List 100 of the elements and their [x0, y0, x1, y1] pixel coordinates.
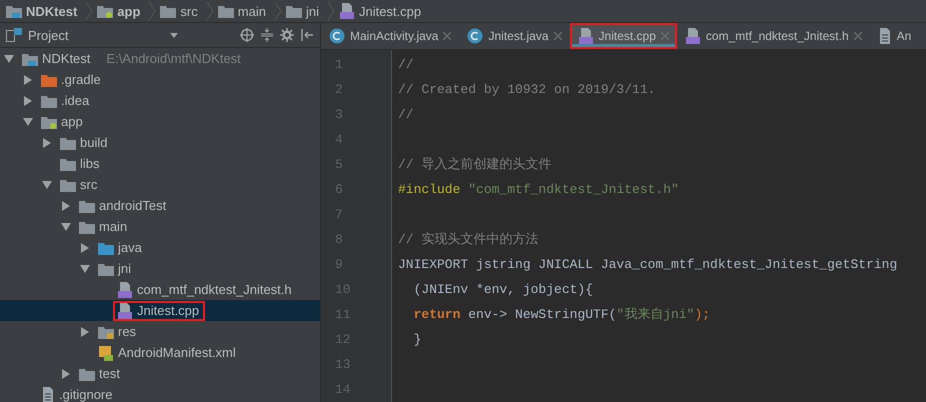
tree-item[interactable]: java — [94, 238, 148, 257]
tree-row[interactable]: java — [0, 237, 320, 258]
collapsed-arrow-icon[interactable] — [80, 326, 90, 336]
folder-icon — [79, 220, 95, 234]
tree-row[interactable]: Jnitest.cpp — [0, 300, 320, 321]
breadcrumb-item[interactable]: main — [214, 4, 274, 18]
expanded-arrow-icon[interactable] — [61, 222, 71, 232]
code-line: } — [412, 331, 422, 349]
tree-item[interactable]: build — [56, 133, 114, 152]
tree-row[interactable]: app — [0, 111, 320, 132]
collapsed-arrow-icon[interactable] — [61, 368, 71, 378]
cpp-file-icon — [117, 302, 133, 318]
folder-icon — [60, 156, 76, 170]
tree-row[interactable]: .gitignore — [0, 384, 320, 402]
hide-panel-icon[interactable] — [300, 28, 314, 42]
folder-icon — [160, 4, 176, 18]
locate-icon[interactable] — [240, 28, 254, 42]
class-icon — [329, 28, 345, 44]
tree-item[interactable]: androidTest — [75, 196, 172, 215]
folder-icon — [60, 136, 76, 150]
tree-item[interactable]: jni — [94, 259, 138, 278]
tree-row[interactable]: build — [0, 132, 320, 153]
tree-item[interactable]: libs — [56, 154, 106, 173]
chevron-icon — [206, 1, 214, 21]
tree-item[interactable]: AndroidManifest.xml — [94, 342, 242, 362]
chevron-icon — [274, 1, 282, 21]
collapsed-arrow-icon[interactable] — [23, 74, 33, 84]
tree-row[interactable]: AndroidManifest.xml — [0, 342, 320, 363]
expanded-arrow-icon[interactable] — [4, 54, 14, 64]
resource-folder-icon — [98, 324, 114, 338]
folder-icon — [79, 366, 95, 380]
manifest-file-icon — [98, 344, 114, 360]
tree-row[interactable]: .idea — [0, 90, 320, 111]
tree-item[interactable]: test — [75, 364, 126, 383]
tree-item[interactable]: com_mtf_ndktest_Jnitest.h — [113, 280, 298, 300]
folder-icon — [41, 72, 57, 86]
folder-icon — [98, 262, 114, 276]
tree-item[interactable]: .idea — [37, 91, 96, 110]
tree-row[interactable]: src — [0, 174, 320, 195]
code-line: #include "com_mtf_ndktest_Jnitest.h" — [398, 181, 680, 199]
panel-title: Project — [28, 28, 70, 42]
tree-item[interactable]: Jnitest.cpp — [113, 300, 206, 320]
chevron-icon — [85, 1, 94, 21]
tree-item[interactable]: .gradle — [37, 70, 107, 89]
collapse-all-icon[interactable] — [260, 28, 274, 42]
dropdown-caret-icon[interactable] — [170, 32, 178, 38]
cpp-file-icon — [338, 3, 355, 19]
collapsed-arrow-icon[interactable] — [23, 96, 33, 106]
code-line: // — [398, 106, 415, 124]
module-folder-icon — [97, 4, 114, 18]
text-file-icon — [878, 28, 892, 44]
code-line: return env-> NewStringUTF("我来自jni"); — [412, 306, 712, 324]
collapsed-arrow-icon[interactable] — [80, 242, 90, 252]
breadcrumb-item[interactable]: Jnitest.cpp — [334, 3, 430, 19]
breadcrumb-item[interactable]: app — [93, 4, 148, 18]
tree-row[interactable]: res — [0, 321, 320, 342]
settings-icon[interactable] — [280, 28, 294, 42]
tree-row[interactable]: libs — [0, 153, 320, 174]
folder-icon — [98, 240, 114, 254]
code-line: // — [398, 56, 415, 74]
breadcrumb-item[interactable]: src — [156, 4, 206, 18]
collapsed-arrow-icon[interactable] — [42, 138, 52, 148]
tree-row[interactable]: NDKtest E:\Android\mtf\NDKtest — [0, 48, 320, 69]
expanded-arrow-icon[interactable] — [80, 264, 90, 274]
project-folder-icon — [6, 4, 22, 18]
cpp-file-icon — [684, 28, 701, 44]
tree-item[interactable]: main — [75, 217, 134, 236]
cpp-file-icon — [117, 282, 133, 298]
tree-row[interactable]: com_mtf_ndktest_Jnitest.h — [0, 279, 320, 300]
expanded-arrow-icon[interactable] — [42, 180, 52, 190]
code-line: // 导入之前创建的头文件 — [398, 156, 552, 174]
tree-row[interactable]: test — [0, 363, 320, 384]
cpp-file-icon — [578, 28, 594, 44]
code-line: (JNIEnv *env, jobject){ — [412, 281, 594, 299]
module-folder-icon — [41, 114, 57, 128]
class-icon — [467, 28, 484, 44]
tree-row[interactable]: jni — [0, 258, 320, 279]
code-line: // 实现头文件中的方法 — [398, 231, 540, 249]
expanded-arrow-icon[interactable] — [23, 116, 33, 126]
chevron-icon — [148, 1, 156, 21]
code-line: JNIEXPORT jstring JNICALL Java_com_mtf_ndktest_Jnitest_getString — [398, 256, 898, 274]
collapsed-arrow-icon[interactable] — [61, 200, 71, 210]
breadcrumb-item[interactable]: jni — [282, 4, 327, 18]
editor-tab[interactable]: Jnitest.cpp — [570, 23, 677, 49]
folder-icon — [286, 4, 302, 18]
tree-item[interactable]: NDKtest — [18, 49, 96, 68]
folder-icon — [218, 4, 234, 18]
tree-row[interactable]: main — [0, 216, 320, 237]
code-line: // Created by 10932 on 2019/3/11. — [398, 81, 656, 99]
tree-row[interactable]: androidTest — [0, 195, 320, 216]
close-icon[interactable] — [854, 32, 862, 40]
tree-row[interactable]: .gradle — [0, 69, 320, 90]
close-icon[interactable] — [443, 32, 452, 40]
tree-item[interactable]: src — [56, 175, 104, 194]
tree-item[interactable]: app — [37, 112, 89, 131]
tree-item[interactable]: res — [94, 322, 142, 341]
folder-icon — [60, 178, 76, 192]
close-icon[interactable] — [554, 32, 562, 40]
tree-item[interactable]: .gitignore — [37, 384, 118, 402]
breadcrumb-item[interactable]: NDKtest — [2, 4, 86, 18]
